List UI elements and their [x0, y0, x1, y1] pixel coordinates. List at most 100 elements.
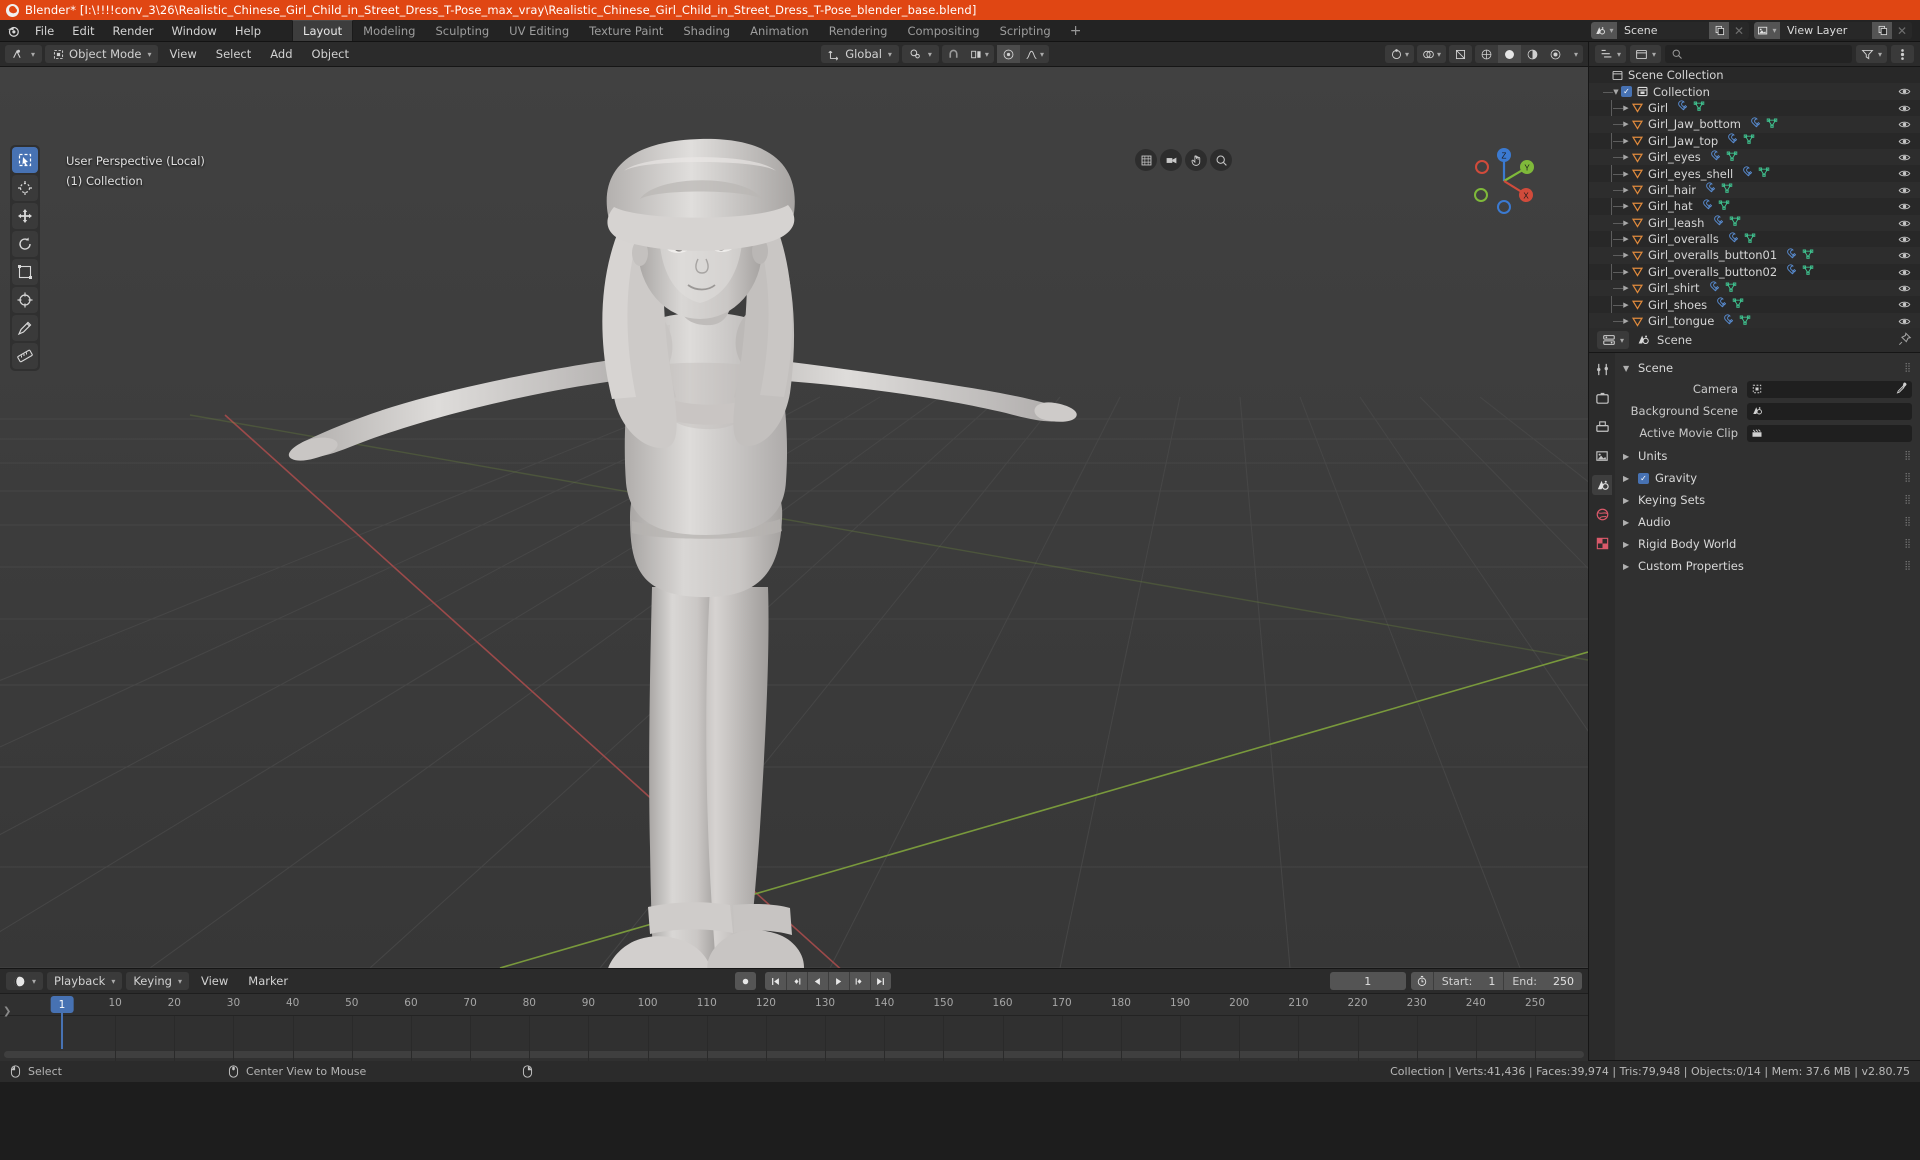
menu-render[interactable]: Render: [104, 20, 163, 41]
workspace-tab-sculpting[interactable]: Sculpting: [425, 20, 499, 41]
play-reverse-icon[interactable]: [806, 972, 828, 990]
panel-header-units[interactable]: ▶ Units ⣿: [1615, 445, 1920, 467]
select-box-tool[interactable]: [12, 147, 38, 173]
add-workspace-button[interactable]: +: [1061, 20, 1091, 41]
panel-drag-handle[interactable]: ⣿: [1904, 495, 1912, 505]
timeline-ruler[interactable]: ❯ 10 20 30 40 50 60 70 80 90 100 110 120 130 140 150 16…: [0, 994, 1588, 1017]
world-properties-tab[interactable]: [1592, 504, 1612, 524]
expand-toggle[interactable]: ▶: [1613, 182, 1631, 198]
modifier-icon[interactable]: [1715, 297, 1727, 312]
modifier-icon[interactable]: [1708, 281, 1720, 296]
viewport-menu-select[interactable]: Select: [208, 45, 259, 63]
mesh-data-icon[interactable]: [1693, 100, 1705, 115]
jump-end-icon[interactable]: [869, 972, 891, 990]
timeline-editor-icon[interactable]: ▾: [6, 972, 44, 990]
panel-drag-handle[interactable]: ⣿: [1904, 473, 1912, 483]
timeline-menu-playback[interactable]: Playback ▾: [47, 972, 123, 990]
timeline-sidebar-toggle[interactable]: ❯: [3, 1006, 11, 1017]
rotate-tool[interactable]: [12, 231, 38, 257]
cursor-tool[interactable]: [12, 175, 38, 201]
output-properties-tab[interactable]: [1592, 417, 1612, 437]
modifier-icon[interactable]: [1785, 248, 1797, 263]
outliner-object-row[interactable]: ▶ Girl_leash: [1589, 214, 1920, 231]
timeline-playhead[interactable]: 1: [50, 996, 74, 1013]
camera-view-icon[interactable]: [1160, 149, 1182, 171]
panel-drag-handle[interactable]: ⣿: [1904, 561, 1912, 571]
toggle-ortho-icon[interactable]: [1135, 149, 1157, 171]
modifier-icon[interactable]: [1709, 150, 1721, 165]
expand-toggle[interactable]: ▶: [1613, 247, 1631, 263]
mesh-data-icon[interactable]: [1802, 264, 1814, 279]
panel-checkbox[interactable]: ✓: [1638, 472, 1649, 484]
property-field-camera[interactable]: [1747, 380, 1912, 398]
falloff-smooth-icon[interactable]: ▾: [1020, 45, 1049, 63]
workspace-tab-shading[interactable]: Shading: [673, 20, 740, 41]
timeline-body[interactable]: ❯ 10 20 30 40 50 60 70 80 90 100 110 120 130 140 150 16…: [0, 994, 1588, 1061]
outliner-object-row[interactable]: ▶ Girl_shirt: [1589, 280, 1920, 297]
zoom-icon[interactable]: [1210, 149, 1232, 171]
scene-properties-tab[interactable]: [1592, 475, 1612, 495]
move-tool[interactable]: [12, 203, 38, 229]
prev-keyframe-icon[interactable]: [785, 972, 807, 990]
mesh-data-icon[interactable]: [1729, 215, 1741, 230]
mesh-data-icon[interactable]: [1732, 297, 1744, 312]
blender-menu-icon[interactable]: [0, 20, 26, 41]
annotate-tool[interactable]: [12, 315, 38, 341]
expand-toggle[interactable]: ▶: [1613, 280, 1631, 296]
menu-edit[interactable]: Edit: [63, 20, 103, 41]
collection-checkbox[interactable]: ✓: [1621, 86, 1632, 98]
shading-material-icon[interactable]: [1521, 45, 1544, 63]
eyedropper-icon[interactable]: [1896, 382, 1908, 397]
panel-header-gravity[interactable]: ▶ ✓ Gravity ⣿: [1615, 467, 1920, 489]
panel-header-audio[interactable]: ▶ Audio ⣿: [1615, 511, 1920, 533]
shading-options-icon[interactable]: ▾: [1567, 45, 1583, 63]
new-view-layer-button[interactable]: [1872, 22, 1892, 39]
snap-increment-icon[interactable]: ▾: [965, 45, 994, 63]
editor-type-properties-icon[interactable]: ▾: [1597, 331, 1630, 349]
modifier-icon[interactable]: [1701, 199, 1713, 214]
panel-header-scene[interactable]: ▼ Scene ⣿: [1615, 357, 1920, 379]
expand-toggle[interactable]: ▶: [1613, 231, 1631, 247]
expand-toggle[interactable]: ▶: [1613, 297, 1631, 313]
mesh-data-icon[interactable]: [1739, 314, 1751, 328]
viewport-menu-view[interactable]: View: [161, 45, 204, 63]
outliner-object-row[interactable]: ▶ Girl_eyes: [1589, 148, 1920, 166]
expand-toggle[interactable]: ▶: [1613, 166, 1631, 182]
outliner-tree[interactable]: Scene Collection ▼ ✓ Collection ▶ Girl ▶ Girl_J…: [1589, 67, 1920, 328]
timeline-menu-marker[interactable]: Marker: [240, 972, 296, 990]
shading-solid-icon[interactable]: [1497, 45, 1521, 63]
outliner-object-row[interactable]: ▶ Girl_overalls_button01: [1589, 247, 1920, 264]
transform-orientation-selector[interactable]: Global ▾: [821, 45, 899, 63]
mesh-data-icon[interactable]: [1721, 182, 1733, 197]
panel-drag-handle[interactable]: ⣿: [1904, 539, 1912, 549]
outliner-search-input[interactable]: [1665, 45, 1852, 63]
modifier-icon[interactable]: [1704, 182, 1716, 197]
object-mode-selector[interactable]: Object Mode ▾: [45, 45, 159, 63]
workspace-tab-layout[interactable]: Layout: [292, 20, 354, 41]
mesh-data-icon[interactable]: [1743, 133, 1755, 148]
panel-drag-handle[interactable]: ⣿: [1904, 363, 1912, 373]
panel-header-keying-sets[interactable]: ▶ Keying Sets ⣿: [1615, 489, 1920, 511]
outliner-object-row[interactable]: ▶ Girl_hat: [1589, 198, 1920, 214]
property-field-background-scene[interactable]: [1747, 402, 1912, 420]
modifier-icon[interactable]: [1727, 232, 1739, 247]
outliner-object-row[interactable]: ▶ Girl: [1589, 100, 1920, 116]
editor-type-3dview-icon[interactable]: ▾: [5, 45, 43, 63]
measure-tool[interactable]: [12, 343, 38, 369]
mesh-data-icon[interactable]: [1758, 166, 1770, 181]
modifier-icon[interactable]: [1785, 264, 1797, 279]
end-frame-value[interactable]: 250: [1545, 975, 1582, 988]
outliner-object-row[interactable]: ▶ Girl_shoes: [1589, 296, 1920, 312]
3d-viewport[interactable]: User Perspective (Local) (1) Collection: [0, 67, 1588, 968]
panel-header-custom-properties[interactable]: ▶ Custom Properties ⣿: [1615, 555, 1920, 577]
expand-toggle[interactable]: ▼: [1603, 84, 1621, 100]
timeline-scrollbar[interactable]: [4, 1051, 1584, 1058]
remove-view-layer-button[interactable]: ✕: [1892, 22, 1912, 39]
expand-toggle[interactable]: ▶: [1613, 116, 1631, 132]
outliner-object-row[interactable]: ▶ Girl_overalls: [1589, 231, 1920, 247]
mesh-data-icon[interactable]: [1802, 248, 1814, 263]
magnet-icon[interactable]: [942, 45, 965, 63]
panel-drag-handle[interactable]: ⣿: [1904, 517, 1912, 527]
toggle-xray-icon[interactable]: [1449, 45, 1472, 63]
workspace-tab-uv-editing[interactable]: UV Editing: [499, 20, 579, 41]
